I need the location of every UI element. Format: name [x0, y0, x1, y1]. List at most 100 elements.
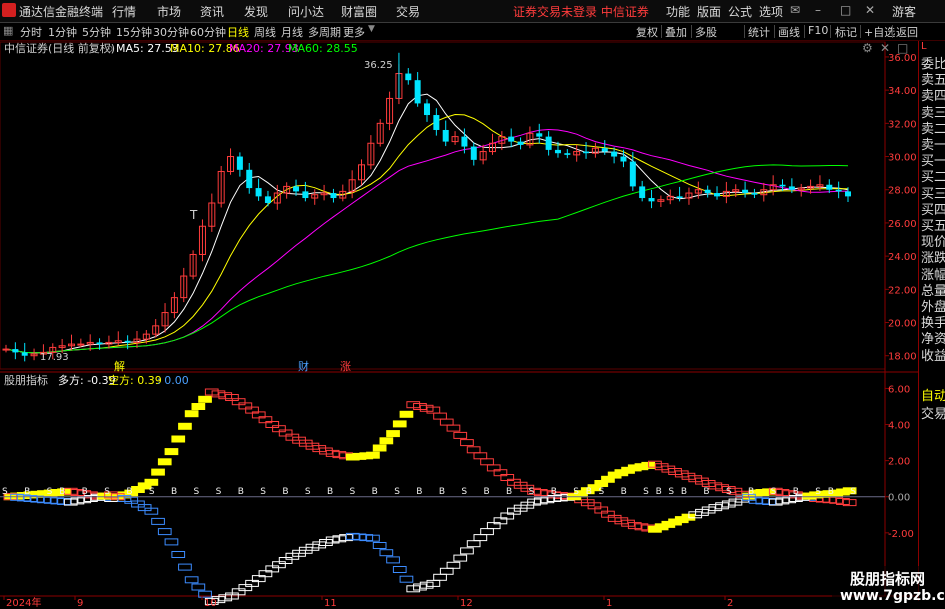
indicator-bar [372, 542, 387, 549]
indicator-bar [446, 561, 461, 569]
indicator-bar [446, 424, 461, 432]
indicator-bar [386, 430, 400, 438]
x-tick-label: 12 [460, 598, 473, 609]
settings-icon[interactable]: ⚙ [862, 41, 873, 55]
candle-body [77, 343, 85, 346]
sub-y-tick-label: 6.00 [888, 384, 910, 395]
indicator-bar [453, 554, 468, 562]
y-tick-label: 30.00 [888, 153, 917, 164]
event-marker[interactable]: 涨 [340, 360, 351, 373]
indicator-bar [399, 575, 414, 583]
candle-body [779, 184, 786, 187]
high-price-label: 36.25 [364, 60, 393, 71]
indicator-bar [157, 458, 172, 466]
watermark: 股朋指标网 www.7gpzb.com [832, 566, 945, 608]
signal-markers: S B SB B S B S B S S B S B S B S B S B B… [2, 487, 857, 497]
indicator-bar [392, 420, 407, 428]
quote-side-panel: L 委比 卖五 卖四 卖三 卖二 卖一 买一 买二 买三 买四 买五 现价 涨跌 涨幅 总量 外盘 换手 净资 收益… [918, 41, 945, 601]
stock-legend-title: 中信证券(日线 前复权) [4, 41, 115, 55]
event-marker[interactable]: 解 [114, 359, 125, 373]
indicator-bar [399, 410, 414, 418]
candle-body [676, 196, 683, 199]
candle-body [236, 156, 243, 170]
indicator-bar [439, 567, 454, 575]
candle-body [508, 136, 515, 142]
low-price-label: 17.93 [40, 352, 69, 363]
candle-body [414, 80, 421, 104]
indicator-bar [191, 583, 206, 591]
y-tick-label: 22.00 [888, 285, 917, 296]
candle-body [442, 129, 449, 142]
sub-y-tick-label: -2.00 [888, 529, 914, 540]
indicator-bar [480, 528, 494, 536]
indicator-bar [386, 556, 400, 564]
indicator-bar [392, 566, 407, 573]
candle-body [611, 151, 618, 157]
indicator-bar [178, 563, 192, 571]
panel-marker: L [921, 41, 927, 52]
event-marker[interactable]: 财 [298, 359, 309, 373]
indicator-bar [379, 437, 394, 445]
indicator-name: 股朋指标 [4, 373, 48, 387]
indicator-bar [198, 395, 212, 403]
y-tick-label: 26.00 [888, 219, 917, 230]
indicator-bar [184, 410, 199, 418]
candle-body [601, 148, 608, 152]
candle-body [293, 186, 300, 192]
candle-body [330, 193, 337, 199]
watermark-line1: 股朋指标网 [850, 570, 926, 588]
sub-y-tick-label: 4.00 [888, 421, 910, 432]
candle-body [405, 73, 412, 81]
indicator-bar [439, 418, 454, 426]
candle-body [639, 186, 646, 199]
x-tick-label: 9 [77, 598, 83, 609]
x-tick-label: 2 [727, 598, 733, 609]
trade-label[interactable]: 交易 [921, 403, 945, 422]
indicator-bar [466, 446, 481, 454]
indicator-bar [184, 576, 199, 584]
t-marker: T [189, 208, 198, 222]
x-tick-label: 2024年 [6, 596, 41, 609]
y-tick-label: 18.00 [888, 352, 917, 363]
candle-body [124, 340, 131, 343]
ma60-label: MA60: 28.55 [288, 42, 358, 55]
collapse-icon[interactable]: ⊙ [105, 44, 113, 55]
candle-body [648, 198, 655, 202]
ma20-line [5, 128, 849, 354]
indicator-bar [372, 444, 387, 452]
candle-body [2, 348, 10, 351]
candle-body [826, 184, 833, 190]
candle-body [788, 186, 795, 190]
y-tick-label: 34.00 [888, 86, 917, 97]
candle-body [12, 349, 19, 353]
sub-y-tick-label: 2.00 [888, 457, 910, 468]
indicator-bar [466, 540, 481, 548]
indicator-bar [473, 534, 488, 542]
extra-label: : 0.00 [157, 374, 189, 387]
indicator-bar [433, 412, 447, 420]
expand-icon[interactable]: □ [897, 41, 908, 55]
candle-body [424, 103, 430, 116]
indicator-bar [157, 528, 172, 536]
sub-y-tick-label: 0.00 [888, 493, 910, 504]
candle-body [246, 169, 253, 189]
candle-body [470, 146, 477, 160]
x-tick-label: 11 [324, 598, 337, 609]
candle-body [620, 156, 627, 162]
close-icon[interactable]: ✕ [880, 41, 890, 55]
y-tick-label: 24.00 [888, 252, 917, 263]
y-tick-label: 20.00 [888, 319, 917, 330]
candle-body [536, 133, 543, 137]
indicator-bar [453, 431, 468, 439]
auto-label[interactable]: 自动 [921, 385, 945, 404]
indicator-bar [473, 452, 488, 460]
candle-body [704, 189, 711, 194]
candle-body [629, 161, 636, 187]
candle-body [21, 352, 28, 356]
candle-body [835, 189, 842, 192]
candle-body [96, 342, 103, 345]
chart-area[interactable]: 36.0034.0032.0030.0028.0026.0024.0022.00… [0, 0, 945, 609]
indicator-bar [151, 468, 165, 476]
indicator-bar [379, 549, 394, 557]
indicator-bar [164, 538, 179, 546]
